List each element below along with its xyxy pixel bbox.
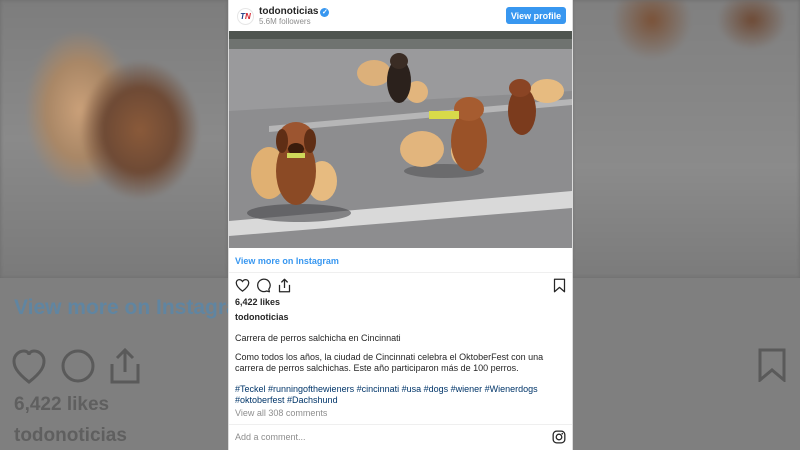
view-comments-link[interactable]: View all 308 comments bbox=[235, 408, 327, 418]
blurred-action-icons bbox=[12, 347, 162, 393]
bookmark-icon[interactable] bbox=[553, 278, 566, 298]
view-profile-button[interactable]: View profile bbox=[506, 7, 566, 24]
divider bbox=[229, 272, 572, 273]
caption-body: Como todos los años, la ciudad de Cincin… bbox=[235, 352, 544, 373]
like-count: 6,422 likes bbox=[235, 297, 281, 307]
blurred-heart-icon bbox=[12, 349, 46, 384]
post-header: TN todonoticias ✓ 5.6M followers View pro… bbox=[229, 0, 572, 31]
post-photo[interactable] bbox=[229, 31, 572, 248]
view-more-link[interactable]: View more on Instagram bbox=[235, 256, 339, 266]
hashtag-list[interactable]: #Teckel #runningofthewieners #cincinnati… bbox=[235, 384, 565, 406]
comment-icon[interactable] bbox=[256, 278, 271, 293]
username-link[interactable]: todonoticias ✓ bbox=[259, 6, 330, 17]
caption-title: Carrera de perros salchicha en Cincinnat… bbox=[235, 333, 401, 343]
heart-icon[interactable] bbox=[235, 278, 250, 293]
follower-count: 5.6M followers bbox=[259, 17, 311, 26]
blurred-view-more-link: View more on Instagram bbox=[14, 296, 257, 319]
instagram-icon[interactable] bbox=[552, 430, 566, 449]
divider bbox=[229, 424, 572, 425]
share-icon[interactable] bbox=[277, 278, 292, 293]
blurred-bookmark-icon bbox=[758, 348, 786, 387]
username-label: todonoticias bbox=[259, 6, 319, 17]
instagram-embed-card: TN todonoticias ✓ 5.6M followers View pro… bbox=[228, 0, 573, 450]
blurred-comment-icon bbox=[61, 349, 95, 383]
blurred-likes: 6,422 likes bbox=[14, 394, 110, 415]
blurred-username: todonoticias bbox=[14, 425, 127, 446]
blurred-photo-left bbox=[0, 0, 228, 278]
verified-icon: ✓ bbox=[320, 8, 330, 17]
action-bar bbox=[235, 278, 292, 293]
blurred-share-icon bbox=[110, 347, 140, 384]
avatar[interactable]: TN bbox=[237, 8, 254, 25]
tn-logo-icon: TN bbox=[240, 12, 251, 21]
comment-input[interactable]: Add a comment... bbox=[235, 432, 306, 442]
blurred-photo-right bbox=[572, 0, 800, 278]
caption-username[interactable]: todonoticias bbox=[235, 312, 289, 322]
